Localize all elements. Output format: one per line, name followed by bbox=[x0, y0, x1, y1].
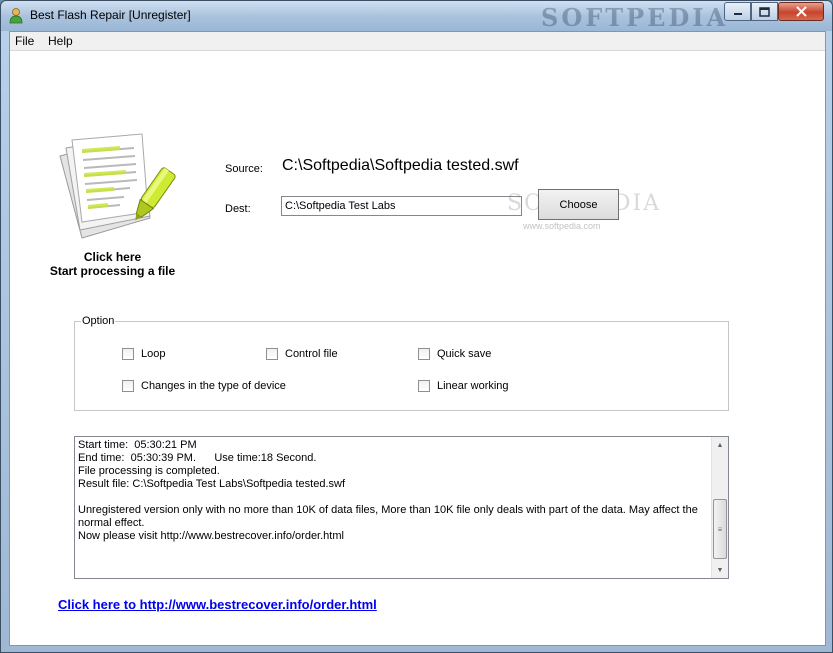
start-processing-label[interactable]: Start processing a file bbox=[10, 264, 215, 278]
minimize-icon bbox=[733, 12, 742, 15]
menu-bar: File Help bbox=[10, 32, 825, 51]
menu-help[interactable]: Help bbox=[48, 34, 73, 48]
linear-working-checkbox-box[interactable] bbox=[418, 380, 430, 392]
changes-device-checkbox[interactable]: Changes in the type of device bbox=[122, 380, 286, 392]
log-scrollbar[interactable]: ▲ ≡ ▼ bbox=[711, 437, 728, 578]
window-title: Best Flash Repair [Unregister] bbox=[30, 8, 191, 22]
changes-device-checkbox-box[interactable] bbox=[122, 380, 134, 392]
loop-label: Loop bbox=[141, 348, 166, 360]
scroll-down-arrow-icon[interactable]: ▼ bbox=[712, 562, 728, 578]
source-value: C:\Softpedia\Softpedia tested.swf bbox=[282, 157, 519, 174]
close-button[interactable] bbox=[778, 2, 824, 21]
control-file-label: Control file bbox=[285, 348, 338, 360]
quick-save-checkbox[interactable]: Quick save bbox=[418, 348, 491, 360]
app-icon bbox=[9, 8, 23, 24]
log-line: Unregistered version only with no more t… bbox=[78, 504, 701, 529]
click-here-label[interactable]: Click here bbox=[10, 250, 215, 264]
option-group-title: Option bbox=[81, 315, 116, 327]
control-file-checkbox[interactable]: Control file bbox=[266, 348, 338, 360]
app-window: Best Flash Repair [Unregister] SOFTPEDIA… bbox=[0, 0, 833, 653]
quick-save-label: Quick save bbox=[437, 348, 492, 360]
loop-checkbox-box[interactable] bbox=[122, 348, 134, 360]
linear-working-checkbox[interactable]: Linear working bbox=[418, 380, 509, 392]
title-bar[interactable]: Best Flash Repair [Unregister] SOFTPEDIA bbox=[1, 1, 832, 32]
log-line: End time: 05:30:39 PM. Use time:18 Secon… bbox=[78, 452, 317, 464]
log-line: Start time: 05:30:21 PM bbox=[78, 439, 197, 451]
maximize-button[interactable] bbox=[751, 2, 778, 21]
log-line: Result file: C:\Softpedia Test Labs\Soft… bbox=[78, 478, 346, 490]
choose-button[interactable]: Choose bbox=[538, 189, 619, 220]
log-textarea[interactable]: Start time: 05:30:21 PM End time: 05:30:… bbox=[74, 436, 729, 579]
log-lines: Start time: 05:30:21 PM End time: 05:30:… bbox=[78, 439, 713, 543]
loop-checkbox[interactable]: Loop bbox=[122, 348, 165, 360]
main-panel: Click here Start processing a file Sourc… bbox=[10, 51, 825, 645]
control-file-checkbox-box[interactable] bbox=[266, 348, 278, 360]
client-area: File Help Click here Start processing a … bbox=[9, 31, 826, 646]
log-line: File processing is completed. bbox=[78, 465, 220, 477]
dest-label: Dest: bbox=[225, 203, 251, 215]
menu-file[interactable]: File bbox=[15, 34, 34, 48]
scroll-thumb[interactable]: ≡ bbox=[713, 499, 727, 559]
scroll-up-arrow-icon[interactable]: ▲ bbox=[712, 437, 728, 453]
maximize-icon bbox=[759, 6, 770, 17]
minimize-button[interactable] bbox=[724, 2, 751, 21]
softpedia-url-watermark: www.softpedia.com bbox=[523, 221, 601, 231]
changes-device-label: Changes in the type of device bbox=[141, 380, 286, 392]
option-group: Option Loop Control file Quick save Chan… bbox=[74, 315, 729, 411]
source-label: Source: bbox=[225, 163, 263, 175]
linear-working-label: Linear working bbox=[437, 380, 509, 392]
quick-save-checkbox-box[interactable] bbox=[418, 348, 430, 360]
log-line: Now please visit http://www.bestrecover.… bbox=[78, 530, 344, 542]
close-icon bbox=[795, 6, 807, 17]
watermark: SOFTPEDIA bbox=[541, 3, 729, 32]
dest-field[interactable] bbox=[281, 196, 522, 216]
process-file-icon[interactable] bbox=[50, 126, 178, 254]
order-link[interactable]: Click here to http://www.bestrecover.inf… bbox=[58, 597, 377, 612]
